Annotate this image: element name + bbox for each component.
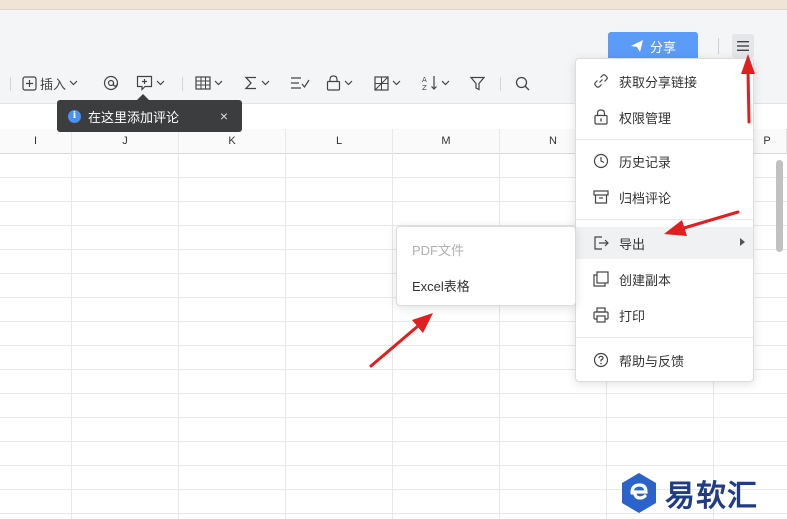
- search-icon: [515, 76, 530, 90]
- table-icon: [195, 76, 211, 90]
- sort-button[interactable]: AZ: [422, 72, 450, 94]
- toolbar-divider: [10, 77, 11, 91]
- export-excel-option[interactable]: Excel表格: [397, 269, 575, 301]
- row-gridline: [0, 441, 787, 442]
- menu-item-help[interactable]: 帮助与反馈: [576, 344, 753, 376]
- toolbar-divider: [182, 77, 183, 91]
- menu-item-label: 归档评论: [619, 190, 672, 206]
- menu-divider: [576, 337, 753, 338]
- protect-button[interactable]: [326, 72, 353, 94]
- menu-item-label: 创建副本: [619, 272, 672, 288]
- row-gridline: [0, 393, 787, 394]
- column-header-j[interactable]: J: [72, 129, 179, 154]
- menu-divider: [576, 139, 753, 140]
- archive-icon: [593, 189, 609, 205]
- grid-format-icon: [374, 75, 389, 91]
- menu-item-label: 帮助与反馈: [619, 353, 685, 369]
- watermark-logo-icon: [622, 473, 656, 513]
- chevron-down-icon: [156, 80, 165, 86]
- column-header-i[interactable]: I: [0, 129, 72, 154]
- column-gridline: [392, 129, 393, 519]
- clock-icon: [593, 153, 609, 169]
- window-top-strip: [0, 0, 787, 10]
- column-gridline: [499, 129, 500, 519]
- column-header-m[interactable]: M: [393, 129, 500, 154]
- search-button[interactable]: [515, 72, 530, 94]
- header-divider: [718, 38, 719, 54]
- chevron-down-icon: [214, 80, 223, 86]
- column-header-k[interactable]: K: [179, 129, 286, 154]
- watermark-logo: 易软汇: [619, 470, 781, 516]
- insert-icon: [22, 75, 37, 91]
- tooltip-text: 在这里添加评论: [88, 109, 180, 125]
- more-menu-dropdown: 获取分享链接 权限管理 历史记录 归档评论 导出 创建副本 打印 帮助与反馈: [575, 58, 754, 382]
- send-icon: [630, 40, 643, 52]
- chevron-down-icon: [261, 80, 270, 86]
- column-gridline: [178, 129, 179, 519]
- hamburger-icon: [737, 41, 749, 51]
- cell-format-button[interactable]: [374, 72, 401, 94]
- chevron-down-icon: [441, 80, 450, 86]
- menu-item-archive-comments[interactable]: 归档评论: [576, 181, 753, 213]
- sort-icon: AZ: [422, 76, 437, 91]
- app-header: 分享: [0, 10, 787, 62]
- chevron-down-icon: [69, 80, 78, 86]
- menu-item-label: 历史记录: [619, 154, 672, 170]
- chevron-down-icon: [344, 80, 353, 86]
- menu-item-print[interactable]: 打印: [576, 299, 753, 331]
- menu-item-label: 导出: [619, 236, 646, 252]
- menu-item-share-link[interactable]: 获取分享链接: [576, 65, 753, 97]
- column-gridline: [285, 129, 286, 519]
- toolbar-divider: [500, 77, 501, 91]
- row-gridline: [0, 465, 787, 466]
- menu-item-permissions[interactable]: 权限管理: [576, 101, 753, 133]
- lock-icon: [326, 75, 341, 91]
- export-pdf-option[interactable]: PDF文件: [397, 233, 575, 265]
- vertical-scrollbar[interactable]: [776, 160, 783, 252]
- row-gridline: [0, 417, 787, 418]
- comment-plus-icon: [136, 75, 153, 91]
- lock-icon: [593, 109, 609, 125]
- info-icon: i: [68, 109, 81, 123]
- column-gridline: [71, 129, 72, 519]
- menu-item-export[interactable]: 导出: [576, 227, 753, 259]
- watermark-text: 易软汇: [665, 479, 758, 514]
- menu-item-label: 打印: [619, 308, 646, 324]
- filter-icon: [470, 76, 485, 90]
- comment-tooltip: i 在这里添加评论 ×: [57, 94, 242, 132]
- close-icon[interactable]: ×: [220, 108, 228, 124]
- column-header-l[interactable]: L: [286, 129, 393, 154]
- table-style-button[interactable]: [195, 72, 223, 94]
- copy-icon: [593, 271, 609, 287]
- menu-divider: [576, 219, 753, 220]
- menu-item-label: 获取分享链接: [619, 74, 698, 90]
- sigma-icon: [244, 76, 256, 90]
- insert-button[interactable]: 插入: [22, 72, 78, 94]
- add-comment-button[interactable]: [136, 72, 165, 94]
- print-icon: [593, 307, 609, 323]
- help-icon: [593, 352, 609, 368]
- menu-item-create-copy[interactable]: 创建副本: [576, 263, 753, 295]
- share-label: 分享: [649, 39, 676, 55]
- link-icon: [593, 73, 609, 89]
- insert-label: 插入: [40, 76, 67, 92]
- more-menu-button[interactable]: [732, 34, 754, 58]
- chevron-down-icon: [392, 80, 401, 86]
- submenu-arrow-icon: [740, 238, 745, 246]
- export-icon: [593, 235, 609, 251]
- menu-item-label: 权限管理: [619, 110, 672, 126]
- svg-text:A: A: [422, 76, 427, 84]
- sum-button[interactable]: [244, 72, 270, 94]
- svg-text:Z: Z: [422, 84, 427, 91]
- export-submenu: PDF文件 Excel表格: [396, 226, 576, 306]
- at-icon: [103, 75, 119, 91]
- menu-item-history[interactable]: 历史记录: [576, 145, 753, 177]
- validation-button[interactable]: [290, 72, 310, 94]
- checklist-icon: [291, 77, 310, 89]
- filter-button[interactable]: [470, 72, 485, 94]
- mention-button[interactable]: [103, 72, 119, 94]
- share-button[interactable]: 分享: [608, 32, 698, 60]
